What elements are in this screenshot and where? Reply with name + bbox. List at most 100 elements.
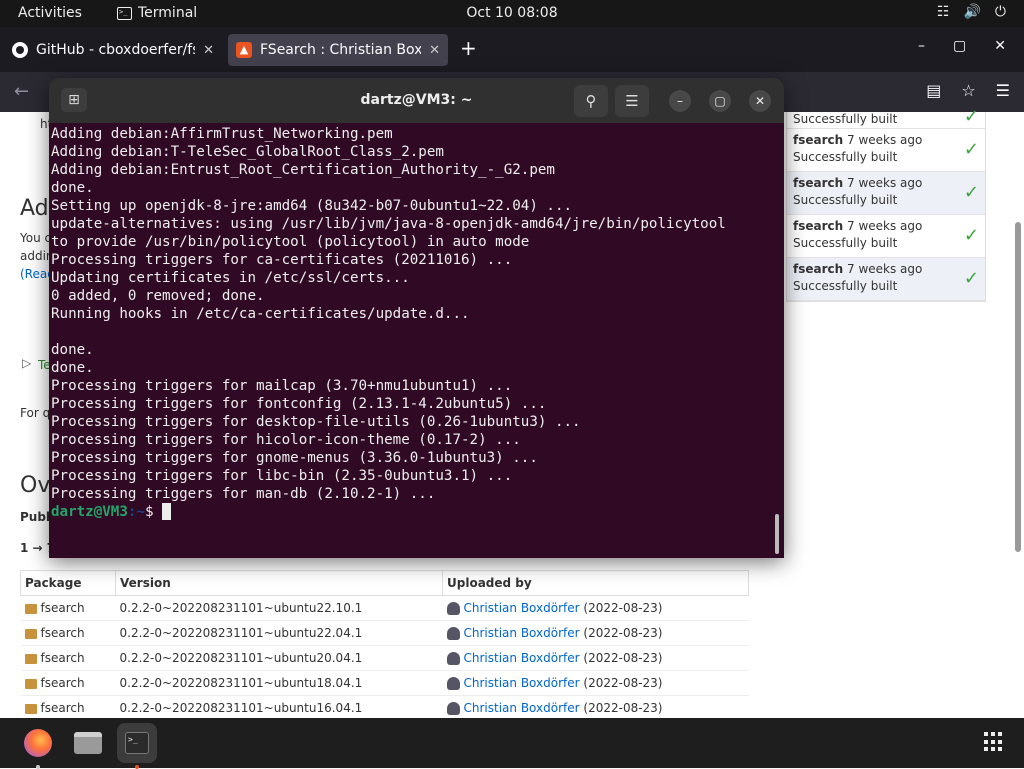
terminal-line: to provide /usr/bin/policytool (policyto… [51, 234, 530, 250]
terminal-output[interactable]: Adding debian:AffirmTrust_Networking.pem… [51, 125, 776, 555]
overview-heading-fragment: Ov [20, 473, 51, 498]
firefox-logo [24, 729, 52, 757]
dock: >_ [0, 718, 1024, 769]
check-icon: ✓ [963, 225, 979, 246]
close-tab-icon[interactable]: ✕ [429, 43, 440, 58]
upload-date: (2022-08-23) [583, 601, 663, 615]
hamburger-menu-icon[interactable]: ☰ [615, 85, 649, 117]
version-cell: 0.2.2-0~202208231101~ubuntu18.04.1 [115, 670, 443, 696]
launchpad-icon: ▲ [236, 42, 252, 58]
terminal-line: Adding debian:Entrust_Root_Certification… [51, 162, 555, 178]
page-fragment: addir [20, 249, 51, 263]
build-status: Successfully built [793, 193, 898, 207]
uploader-link[interactable]: Christian Boxdörfer [464, 651, 580, 665]
terminal-line: Running hooks in /etc/ca-certificates/up… [51, 306, 470, 322]
app-menu[interactable]: >_ Terminal [117, 5, 197, 21]
package-icon [24, 628, 37, 639]
build-age: 7 weeks ago [847, 219, 923, 233]
firefox-icon[interactable] [18, 723, 58, 769]
upload-date: (2022-08-23) [583, 651, 663, 665]
terminal-scrollbar[interactable] [775, 514, 779, 554]
terminal-line: Updating certificates in /etc/ssl/certs.… [51, 270, 410, 286]
hamburger-menu-icon[interactable]: ☰ [996, 81, 1010, 100]
build-name[interactable]: fsearch [793, 219, 843, 233]
uploader-link[interactable]: Christian Boxdörfer [464, 626, 580, 640]
terminal-line: Processing triggers for gnome-menus (3.3… [51, 450, 538, 466]
version-cell: 0.2.2-0~202208231101~ubuntu22.10.1 [115, 595, 443, 621]
package-name: fsearch [40, 601, 85, 615]
files-icon[interactable] [68, 723, 108, 763]
build-item[interactable]: fsearch 7 weeks ago Successfully built ✓ [787, 215, 985, 258]
expander-icon[interactable]: ▷ [22, 356, 31, 370]
build-name[interactable]: fsearch [793, 262, 843, 276]
terminal-line: done. [51, 180, 94, 196]
check-icon: ✓ [963, 106, 979, 127]
uploader-link[interactable]: Christian Boxdörfer [464, 701, 580, 715]
package-icon [24, 678, 37, 689]
close-tab-icon[interactable]: ✕ [203, 43, 214, 58]
app-menu-label: Terminal [138, 5, 198, 21]
table-row: fsearch 0.2.2-0~202208231101~ubuntu18.04… [20, 670, 749, 696]
column-header[interactable]: Package [20, 570, 116, 596]
version-cell: 0.2.2-0~202208231101~ubuntu22.04.1 [115, 620, 443, 646]
browser-tab-strip: GitHub - cboxdoerfer/fse ✕ ▲ FSearch : C… [0, 27, 1024, 72]
back-arrow-icon[interactable]: ← [14, 81, 29, 102]
activities-button[interactable]: Activities [18, 5, 82, 21]
build-name[interactable]: fsearch [793, 176, 843, 190]
build-name[interactable]: fsearch [793, 133, 843, 147]
reader-view-icon[interactable]: ▤ [926, 81, 941, 100]
tab-github[interactable]: GitHub - cboxdoerfer/fse ✕ [4, 34, 222, 66]
terminal-window[interactable]: ⊞ dartz@VM3: ~ ⚲ ☰ – ▢ ✕ Adding debian:A… [49, 78, 784, 558]
close-icon[interactable]: ✕ [749, 90, 771, 112]
tab-fsearch[interactable]: ▲ FSearch : Christian Boxdö ✕ [228, 34, 448, 66]
maximize-icon[interactable]: ▢ [709, 90, 731, 112]
new-tab-button[interactable]: + [460, 36, 477, 60]
version-cell: 0.2.2-0~202208231101~ubuntu16.04.1 [115, 695, 443, 718]
page-scrollbar[interactable] [1014, 112, 1022, 718]
scrollbar-thumb[interactable] [1015, 222, 1021, 552]
build-item[interactable]: fsearch 7 weeks ago Successfully built ✓ [787, 172, 985, 215]
build-item[interactable]: Successfully built ✓ [787, 106, 985, 129]
terminal-prompt[interactable]: dartz@VM3:~$ [51, 503, 776, 521]
column-header[interactable]: Uploaded by [442, 570, 749, 596]
column-header[interactable]: Version [115, 570, 443, 596]
build-item[interactable]: fsearch 7 weeks ago Successfully built ✓ [787, 258, 985, 301]
terminal-headerbar[interactable]: ⊞ dartz@VM3: ~ ⚲ ☰ – ▢ ✕ [49, 78, 784, 123]
terminal-line: 0 added, 0 removed; done. [51, 288, 265, 304]
build-status: Successfully built [793, 112, 898, 126]
terminal-app-icon: >_ [117, 6, 132, 20]
minimize-button[interactable]: – [918, 38, 925, 54]
build-item[interactable]: fsearch 7 weeks ago Successfully built ✓ [787, 129, 985, 172]
prompt-symbol: $ [144, 504, 163, 520]
terminal-icon[interactable]: >_ [117, 723, 157, 769]
package-icon [24, 703, 37, 714]
close-window-button[interactable]: ✕ [994, 38, 1006, 54]
person-icon [446, 702, 460, 715]
check-icon: ✓ [963, 139, 979, 160]
new-terminal-tab-icon[interactable]: ⊞ [61, 88, 87, 112]
check-icon: ✓ [963, 182, 979, 203]
tab-title: FSearch : Christian Boxdö [260, 42, 422, 58]
table-row: fsearch 0.2.2-0~202208231101~ubuntu22.04… [20, 620, 749, 646]
volume-icon[interactable]: 🔊 [963, 4, 980, 20]
app-grid-icon[interactable] [984, 732, 1004, 752]
uploader-link[interactable]: Christian Boxdörfer [464, 676, 580, 690]
maximize-button[interactable]: ▢ [953, 38, 966, 54]
terminal-line: Setting up openjdk-8-jre:amd64 (8u342-b0… [51, 198, 573, 214]
uploader-link[interactable]: Christian Boxdörfer [464, 601, 580, 615]
package-table: Package Version Uploaded by fsearch 0.2.… [20, 570, 749, 718]
system-tray[interactable]: ☷ 🔊 ⏻ [937, 4, 1006, 20]
person-icon [446, 602, 460, 615]
build-status-panel: Successfully built ✓ fsearch 7 weeks ago… [786, 106, 986, 302]
build-status: Successfully built [793, 236, 898, 250]
tab-title: GitHub - cboxdoerfer/fse [36, 42, 196, 58]
minimize-icon[interactable]: – [669, 90, 691, 112]
search-icon[interactable]: ⚲ [574, 85, 608, 117]
package-icon [24, 653, 37, 664]
power-icon[interactable]: ⏻ [995, 4, 1006, 20]
terminal-line: Adding debian:T-TeleSec_GlobalRoot_Class… [51, 144, 444, 160]
network-icon[interactable]: ☷ [937, 4, 950, 20]
running-indicator [135, 765, 139, 769]
bookmark-star-icon[interactable]: ☆ [961, 81, 975, 100]
github-icon [12, 42, 28, 58]
